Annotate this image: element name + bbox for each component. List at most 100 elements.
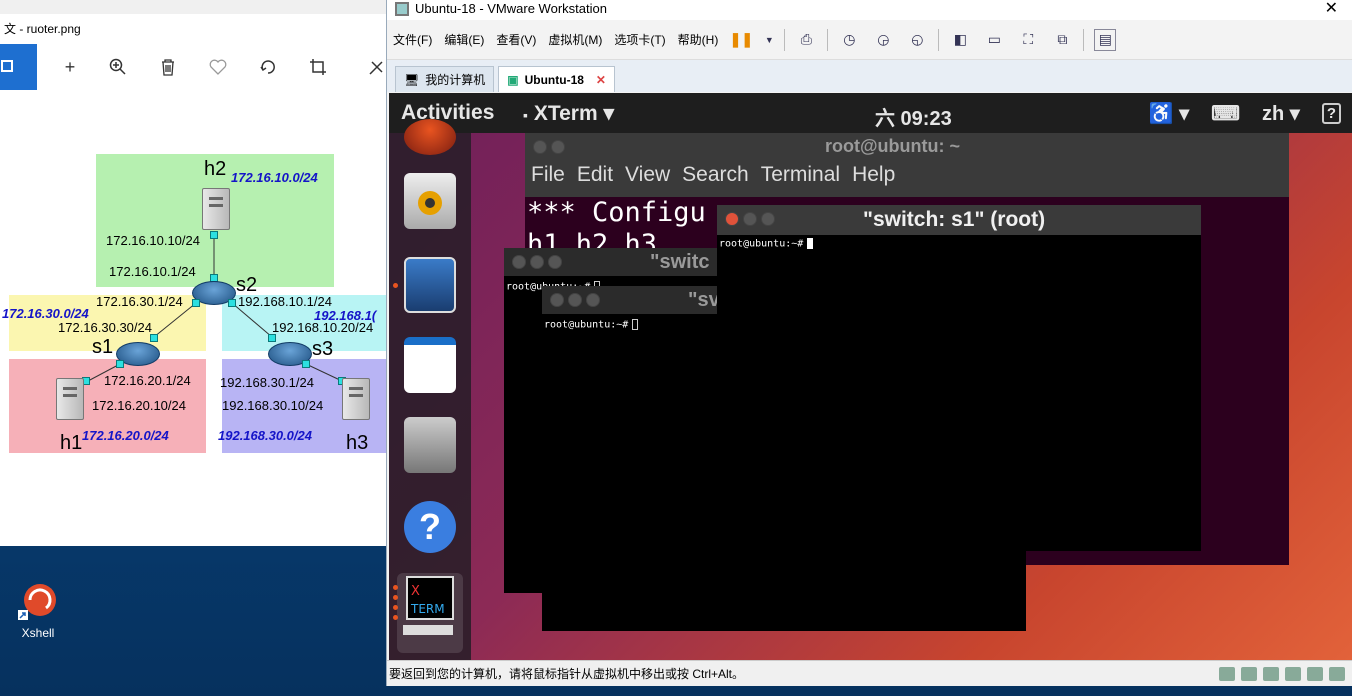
firefox-icon[interactable] <box>404 119 456 155</box>
chevron-down-icon[interactable]: ▼ <box>764 29 774 51</box>
menu-file[interactable]: 文件(F) <box>387 31 438 48</box>
status-area: ♿ ▾ ⌨ zh ▾ ? <box>1149 101 1341 126</box>
accessibility-icon[interactable]: ♿ ▾ <box>1149 101 1190 126</box>
running-indicator <box>393 283 398 288</box>
network-icon[interactable] <box>1263 667 1279 681</box>
toolbar-separator <box>938 28 940 51</box>
close-icon[interactable]: ✕ <box>1325 0 1338 18</box>
close-icon[interactable] <box>550 293 564 307</box>
ip-s3-bottom-label: 192.168.30.1/24 <box>220 375 314 390</box>
minimize-icon[interactable] <box>743 212 757 226</box>
menu-file[interactable]: File <box>531 163 565 197</box>
xterm-titlebar: "switc <box>504 248 719 276</box>
port-h2 <box>210 231 218 239</box>
menu-edit[interactable]: 编辑(E) <box>438 31 490 48</box>
send-keys-icon[interactable]: ⎙ <box>795 29 817 51</box>
display-icon[interactable] <box>1329 667 1345 681</box>
menu-view[interactable]: 查看(V) <box>490 31 542 48</box>
svg-text:TERM: TERM <box>410 602 445 616</box>
menu-edit[interactable]: Edit <box>577 163 613 197</box>
window-controls <box>550 293 600 307</box>
delete-icon[interactable] <box>155 54 181 80</box>
menu-search[interactable]: Search <box>682 163 749 197</box>
ubuntu-dock: ? X TERM <box>389 119 471 660</box>
menu-help[interactable]: 帮助(H) <box>672 31 725 48</box>
tab-my-computer[interactable]: 🖥 我的计算机 <box>395 66 495 92</box>
zoom-in-icon[interactable] <box>105 54 131 80</box>
host-h3-label: h3 <box>346 432 369 454</box>
photos-window: 文 - ruoter.png + h2 172.16.10.0/24 172.1… <box>0 0 388 546</box>
window-controls <box>512 255 562 269</box>
maximize-icon[interactable] <box>761 212 775 226</box>
rotate-icon[interactable] <box>255 54 281 80</box>
library-icon[interactable]: ◧ <box>949 29 971 51</box>
xshell-icon <box>16 578 60 622</box>
close-icon[interactable] <box>725 212 739 226</box>
help-icon[interactable]: ? <box>1321 103 1341 124</box>
xterm-title: "switc <box>650 251 710 273</box>
rhythmbox-icon[interactable] <box>404 173 456 229</box>
network-diagram: h2 172.16.10.0/24 172.16.10.10/24 172.16… <box>0 140 388 470</box>
tab-label: 我的计算机 <box>425 73 486 87</box>
minimize-icon[interactable] <box>551 140 565 154</box>
input-language[interactable]: zh ▾ <box>1262 101 1300 126</box>
snapshot-icon[interactable]: ◷ <box>838 29 860 51</box>
clock[interactable]: 六 09:23 <box>875 102 952 131</box>
vmware-title: Ubuntu-18 - VMware Workstation <box>415 1 607 16</box>
view-icon[interactable]: ▤ <box>1094 28 1117 51</box>
fullscreen-icon[interactable]: ⛶ <box>1017 29 1039 51</box>
close-icon[interactable] <box>512 255 526 269</box>
console-icon[interactable]: ▭ <box>983 29 1005 51</box>
vmware-menubar: 文件(F) 编辑(E) 查看(V) 虚拟机(M) 选项卡(T) 帮助(H) ❚❚… <box>387 20 1352 60</box>
maximize-icon[interactable] <box>548 255 562 269</box>
cd-icon[interactable] <box>1241 667 1257 681</box>
crop-icon[interactable] <box>305 54 331 80</box>
revert-snapshot-icon[interactable]: ◶ <box>872 29 894 51</box>
hdd-icon[interactable] <box>1219 667 1235 681</box>
close-icon[interactable] <box>533 140 547 154</box>
menu-vm[interactable]: 虚拟机(M) <box>542 31 608 48</box>
keyboard-icon[interactable]: ⌨ <box>1211 101 1240 126</box>
favorite-icon[interactable] <box>205 54 231 80</box>
menu-view[interactable]: View <box>625 163 670 197</box>
image-viewer-icon[interactable] <box>404 257 456 313</box>
port-s2-left <box>192 299 200 307</box>
ip-s3-top-label: 192.168.10.20/24 <box>272 320 374 335</box>
ip-s2-right-label: 192.168.10.1/24 <box>238 294 332 309</box>
host-h3-icon <box>342 378 370 420</box>
pause-icon[interactable]: ❚❚ <box>730 29 753 51</box>
computer-icon: 🖥 <box>404 72 420 87</box>
maximize-icon[interactable] <box>586 293 600 307</box>
usb-icon[interactable] <box>1285 667 1301 681</box>
toolbar-separator <box>1083 28 1085 51</box>
libreoffice-impress-icon[interactable] <box>404 337 456 393</box>
net-h3-label: 192.168.30.0/24 <box>218 428 312 443</box>
menu-terminal[interactable]: Terminal <box>761 163 840 197</box>
vmware-tabs: 🖥 我的计算机 ▣ Ubuntu-18 ✕ <box>387 60 1352 92</box>
snapshot-manager-icon[interactable]: ◵ <box>906 29 928 51</box>
minimize-icon[interactable] <box>530 255 544 269</box>
xshell-shortcut[interactable]: Xshell <box>8 578 68 640</box>
image-icon[interactable] <box>0 44 37 90</box>
unity-icon[interactable]: ⧉ <box>1051 29 1073 51</box>
menu-help[interactable]: Help <box>852 163 895 197</box>
terminal-title: root@ubuntu: ~ <box>825 136 961 156</box>
printer-icon[interactable] <box>1307 667 1323 681</box>
xshell-label: Xshell <box>21 626 55 640</box>
prompt: root@ubuntu:~# <box>544 319 639 331</box>
help-icon[interactable]: ? <box>404 501 456 553</box>
gnome-topbar: Activities ▪ XTerm ▾ 六 09:23 ♿ ▾ ⌨ zh ▾ … <box>389 93 1352 133</box>
xterm-launcher[interactable]: X TERM <box>397 573 463 653</box>
close-icon[interactable]: ✕ <box>596 73 606 87</box>
tab-ubuntu-18[interactable]: ▣ Ubuntu-18 ✕ <box>498 66 615 92</box>
ip-h2-label: 172.16.10.10/24 <box>106 233 200 248</box>
ubuntu-screen[interactable]: Activities ▪ XTerm ▾ 六 09:23 ♿ ▾ ⌨ zh ▾ … <box>389 93 1352 660</box>
app-menu[interactable]: ▪ XTerm ▾ <box>523 101 614 126</box>
menu-tabs[interactable]: 选项卡(T) <box>608 31 671 48</box>
port-s2-right <box>228 299 236 307</box>
files-icon[interactable] <box>404 417 456 473</box>
xterm-window-s1[interactable]: "switch: s1" (root) root@ubuntu:~# <box>717 205 1201 551</box>
port-s1-bottom <box>116 360 124 368</box>
minimize-icon[interactable] <box>568 293 582 307</box>
add-icon[interactable]: + <box>57 54 83 80</box>
